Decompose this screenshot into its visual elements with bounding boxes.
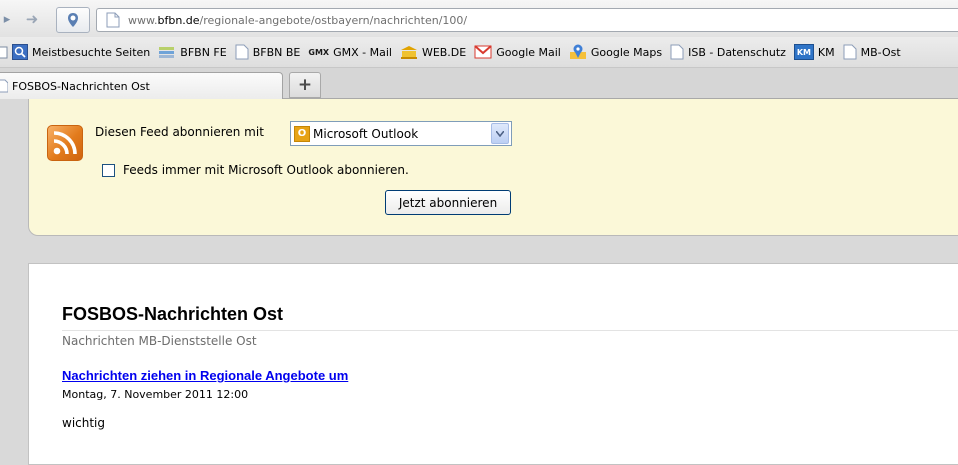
bookmark-label: Google Mail <box>496 45 561 59</box>
new-tab-button[interactable]: + <box>289 72 321 98</box>
bookmark-mb-ost[interactable]: MB-Ost <box>843 44 901 60</box>
back-button[interactable]: ▸ <box>0 8 14 30</box>
bookmark-bfbn-fe[interactable]: BFBN FE <box>158 44 227 60</box>
url-text: www.bfbn.de/regionale-angebote/ostbayern… <box>128 14 467 27</box>
tab-fosbos-nachrichten[interactable]: FOSBOS-Nachrichten Ost <box>0 72 283 99</box>
navigation-toolbar: ▸ ➜ www.bfbn.de/regionale-angebote/ostba… <box>0 0 958 37</box>
home-button[interactable] <box>56 7 90 33</box>
entry-date: Montag, 7. November 2011 12:00 <box>62 388 249 401</box>
bookmark-label: MB-Ost <box>860 45 901 59</box>
folder-icon <box>0 45 8 59</box>
maps-pin-icon <box>569 43 587 61</box>
bookmark-gmx-mail[interactable]: GMX GMX - Mail <box>308 46 392 59</box>
entry-title-link[interactable]: Nachrichten ziehen in Regionale Angebote… <box>62 368 348 383</box>
always-subscribe-row: Feeds immer mit Microsoft Outlook abonni… <box>102 163 409 177</box>
km-icon: KM <box>793 44 814 60</box>
page-icon <box>235 44 249 60</box>
bookmark-label: GMX - Mail <box>333 45 392 59</box>
page-title: FOSBOS-Nachrichten Ost <box>62 304 284 324</box>
gmail-icon <box>474 45 492 59</box>
outlook-icon: O <box>294 125 310 142</box>
tab-label: FOSBOS-Nachrichten Ost <box>12 79 150 93</box>
page-icon <box>843 44 857 60</box>
bookmark-km[interactable]: KM KM <box>793 44 835 60</box>
bookmarks-toolbar: Meistbesuchte Seiten BFBN FE BFBN BE GMX… <box>0 37 958 68</box>
plus-icon: + <box>297 75 313 95</box>
always-subscribe-label[interactable]: Feeds immer mit Microsoft Outlook abonni… <box>123 163 409 177</box>
url-path: /regionale-angebote/ostbayern/nachrichte… <box>199 13 468 27</box>
entry-summary: wichtig <box>62 416 106 430</box>
always-subscribe-checkbox[interactable] <box>102 163 115 177</box>
bookmark-label: KM <box>817 45 835 59</box>
title-divider <box>62 330 958 331</box>
page-favicon-icon <box>0 79 8 93</box>
stack-icon <box>158 44 176 60</box>
back-arrow-icon: ▸ <box>3 11 11 27</box>
bookmark-label: BFBN BE <box>252 45 301 59</box>
forward-button[interactable]: ➜ <box>20 8 44 30</box>
tab-strip: FOSBOS-Nachrichten Ost + <box>0 68 958 99</box>
page-content: Diesen Feed abonnieren mit O Microsoft O… <box>0 99 958 465</box>
bookmark-google-maps[interactable]: Google Maps <box>569 43 662 61</box>
home-icon <box>68 13 78 27</box>
url-prefix: www. <box>128 13 158 27</box>
feed-content-panel: FOSBOS-Nachrichten Ost Nachrichten MB-Di… <box>28 263 958 465</box>
search-icon <box>12 44 28 60</box>
chevron-down-icon[interactable] <box>491 123 509 144</box>
page-favicon-icon <box>106 12 120 28</box>
url-domain: bfbn.de <box>157 13 200 27</box>
bookmark-meistbesuchte-seiten[interactable]: Meistbesuchte Seiten <box>0 44 150 60</box>
feed-subscribe-panel: Diesen Feed abonnieren mit O Microsoft O… <box>28 99 958 236</box>
bookmark-google-mail[interactable]: Google Mail <box>474 45 561 59</box>
subscribe-now-button[interactable]: Jetzt abonnieren <box>385 190 511 215</box>
webde-icon <box>400 45 418 59</box>
feed-reader-selected: Microsoft Outlook <box>313 126 419 141</box>
bookmark-label: Google Maps <box>590 45 663 59</box>
gmx-icon: GMX <box>308 47 330 57</box>
address-bar[interactable]: www.bfbn.de/regionale-angebote/ostbayern… <box>96 8 958 32</box>
bookmark-label: WEB.DE <box>421 45 467 59</box>
page-icon <box>670 44 684 60</box>
bookmark-label: ISB - Datenschutz <box>688 45 786 59</box>
bookmark-isb-datenschutz[interactable]: ISB - Datenschutz <box>670 44 786 60</box>
feed-subscribe-label: Diesen Feed abonnieren mit <box>95 125 264 139</box>
bookmark-bfbn-be[interactable]: BFBN BE <box>235 44 301 60</box>
rss-feed-icon <box>47 125 83 161</box>
bookmark-label: Meistbesuchte Seiten <box>32 45 151 59</box>
bookmark-label: BFBN FE <box>180 45 227 59</box>
bookmark-web-de[interactable]: WEB.DE <box>400 45 466 59</box>
forward-arrow-icon: ➜ <box>25 10 39 28</box>
feed-reader-select[interactable]: O Microsoft Outlook <box>290 121 512 146</box>
page-subtitle: Nachrichten MB-Dienststelle Ost <box>62 334 257 348</box>
